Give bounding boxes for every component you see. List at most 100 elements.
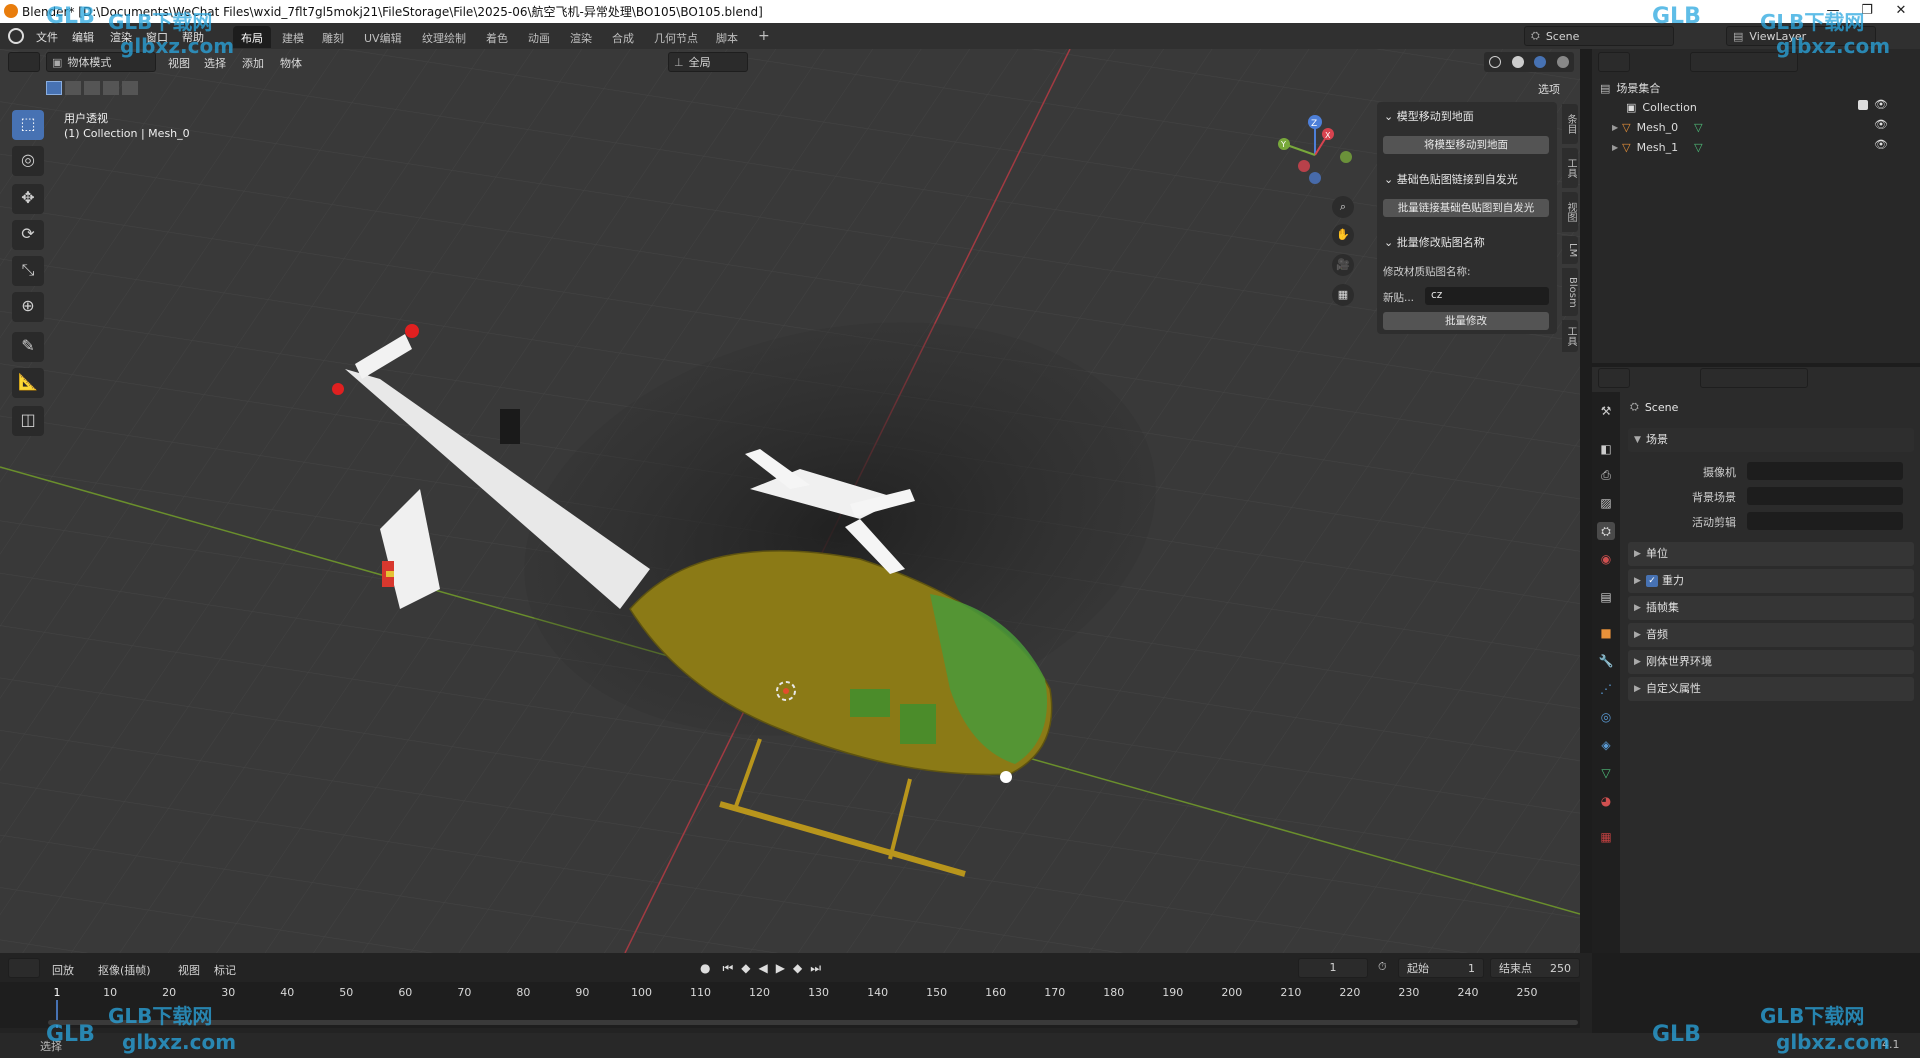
timeline-menu-view[interactable]: 视图: [178, 962, 200, 978]
move-to-ground-button[interactable]: 将模型移动到地面: [1383, 136, 1549, 154]
batch-rename-button[interactable]: 批量修改: [1383, 312, 1549, 330]
rigid-body-world-section[interactable]: ▶ 刚体世界环境: [1628, 650, 1914, 674]
solid-shading-icon[interactable]: [1511, 56, 1524, 68]
material-shading-icon[interactable]: [1534, 56, 1547, 68]
editor-type-button[interactable]: [8, 52, 40, 72]
select-mode-buttons[interactable]: [46, 80, 138, 96]
object-tab-icon[interactable]: ■: [1597, 624, 1615, 642]
sidebar-tab-item[interactable]: 条目: [1562, 104, 1578, 144]
data-tab-icon[interactable]: ▽: [1597, 764, 1615, 782]
modifier-tab-icon[interactable]: 🔧: [1597, 652, 1615, 670]
tab-compositing[interactable]: 合成: [604, 26, 642, 48]
add-cube-tool[interactable]: ◫: [12, 406, 44, 436]
add-workspace-button[interactable]: +: [750, 24, 778, 46]
play-icon[interactable]: ▶: [776, 961, 785, 975]
tab-modeling[interactable]: 建模: [274, 26, 312, 48]
select-box-tool[interactable]: ⬚: [12, 110, 44, 140]
sidebar-tab-tools[interactable]: 工具: [1562, 320, 1578, 352]
audio-section[interactable]: ▶ 音频: [1628, 623, 1914, 647]
close-button[interactable]: ✕: [1884, 0, 1918, 23]
timeline-menu-marker[interactable]: 标记: [214, 962, 236, 978]
measure-tool[interactable]: 📐: [12, 368, 44, 398]
tab-animation[interactable]: 动画: [520, 26, 558, 48]
scene-tab-icon[interactable]: ⛭: [1597, 522, 1615, 540]
shading-buttons[interactable]: [1484, 52, 1574, 72]
next-keyframe-icon[interactable]: ◆: [793, 961, 802, 975]
select-extend-icon[interactable]: [65, 81, 81, 95]
sidebar-tab-lm[interactable]: LM: [1562, 236, 1578, 264]
tool-tab-icon[interactable]: ⚒: [1597, 402, 1615, 420]
wireframe-shading-icon[interactable]: [1489, 56, 1502, 68]
jump-end-icon[interactable]: ⏭: [810, 961, 821, 976]
npanel-section-ground[interactable]: ⌄ 模型移动到地面: [1384, 108, 1474, 124]
new-name-input[interactable]: cz: [1425, 287, 1549, 305]
tab-uv-editing[interactable]: UV编辑: [356, 26, 410, 48]
jump-start-icon[interactable]: ⏮: [722, 961, 733, 976]
start-frame-field[interactable]: 起始 1: [1398, 958, 1484, 978]
menu-edit[interactable]: 编辑: [72, 29, 94, 45]
active-clip-field[interactable]: [1747, 512, 1903, 530]
viewport-options-button[interactable]: 选项: [1538, 81, 1560, 97]
end-frame-field[interactable]: 结束点 250: [1490, 958, 1580, 978]
custom-properties-section[interactable]: ▶ 自定义属性: [1628, 677, 1914, 701]
menu-file[interactable]: 文件: [36, 29, 58, 45]
link-emission-button[interactable]: 批量链接基础色贴图到自发光: [1383, 199, 1549, 217]
current-frame-field[interactable]: 1: [1298, 958, 1368, 978]
scale-tool[interactable]: ⤡: [12, 256, 44, 286]
sidebar-tab-tool[interactable]: 工具: [1562, 148, 1578, 188]
gravity-section[interactable]: ▶ ✓ 重力: [1628, 569, 1914, 593]
view-layer-tab-icon[interactable]: ▨: [1597, 494, 1615, 512]
navigation-gizmo[interactable]: Z X Y: [1270, 110, 1370, 190]
particles-tab-icon[interactable]: ⋰: [1597, 680, 1615, 698]
gravity-checkbox[interactable]: ✓: [1646, 575, 1658, 587]
mesh-data-icon[interactable]: ▽: [1694, 141, 1702, 154]
sidebar-tab-view[interactable]: 视图: [1562, 192, 1578, 232]
select-intersect-icon[interactable]: [122, 81, 138, 95]
render-tab-icon[interactable]: ◧: [1597, 440, 1615, 458]
scene-selector[interactable]: ⛭ Scene: [1524, 26, 1674, 46]
stopwatch-icon[interactable]: ⏱: [1378, 960, 1387, 974]
tab-geometry-nodes[interactable]: 几何节点: [646, 26, 706, 48]
timeline-menu-playback[interactable]: 回放: [52, 962, 74, 978]
annotate-tool[interactable]: ✎: [12, 332, 44, 362]
camera-field[interactable]: [1747, 462, 1903, 480]
physics-tab-icon[interactable]: ◎: [1597, 708, 1615, 726]
mesh-data-icon[interactable]: ▽: [1694, 121, 1702, 134]
sidebar-tab-blosm[interactable]: Blosm: [1562, 268, 1578, 316]
timeline-scrollbar[interactable]: [48, 1020, 1578, 1025]
eye-icon[interactable]: 👁: [1874, 98, 1888, 111]
npanel-section-rename[interactable]: ⌄ 批量修改贴图名称: [1384, 234, 1485, 250]
npanel-section-emission[interactable]: ⌄ 基础色贴图链接到自发光: [1384, 171, 1518, 187]
tab-texture-paint[interactable]: 纹理绘制: [414, 26, 474, 48]
texture-tab-icon[interactable]: ▦: [1597, 828, 1615, 846]
viewport-menu-object[interactable]: 物体: [280, 55, 302, 71]
outliner-scene-collection[interactable]: ▤ 场景集合: [1600, 78, 1920, 98]
tab-rendering[interactable]: 渲染: [562, 26, 600, 48]
eye-icon[interactable]: 👁: [1874, 118, 1888, 131]
ortho-grid-icon[interactable]: ▦: [1332, 284, 1354, 306]
output-tab-icon[interactable]: ⎙: [1597, 466, 1615, 484]
expand-arrow-icon[interactable]: ▶: [1612, 143, 1618, 152]
properties-editor-type[interactable]: [1598, 368, 1630, 388]
timeline-editor-type[interactable]: [8, 958, 40, 978]
world-tab-icon[interactable]: ◉: [1597, 550, 1615, 568]
exclude-checkbox[interactable]: [1858, 100, 1868, 110]
blender-menu-icon[interactable]: [8, 28, 24, 44]
properties-search-input[interactable]: [1700, 368, 1808, 388]
select-invert-icon[interactable]: [103, 81, 119, 95]
eye-icon[interactable]: 👁: [1874, 138, 1888, 151]
outliner-editor-type[interactable]: [1598, 52, 1630, 72]
expand-arrow-icon[interactable]: ▶: [1612, 123, 1618, 132]
select-subtract-icon[interactable]: [84, 81, 100, 95]
constraint-tab-icon[interactable]: ◈: [1597, 736, 1615, 754]
play-reverse-icon[interactable]: ◀: [759, 961, 768, 975]
cursor-tool[interactable]: ◎: [12, 146, 44, 176]
rotate-tool[interactable]: ⟳: [12, 220, 44, 250]
rendered-shading-icon[interactable]: [1556, 56, 1569, 68]
transform-tool[interactable]: ⊕: [12, 292, 44, 322]
tab-scripting[interactable]: 脚本: [708, 26, 746, 48]
viewport-menu-add[interactable]: 添加: [242, 55, 264, 71]
record-icon[interactable]: ●: [700, 961, 710, 975]
material-tab-icon[interactable]: ◕: [1597, 792, 1615, 810]
tab-shading[interactable]: 着色: [478, 26, 516, 48]
